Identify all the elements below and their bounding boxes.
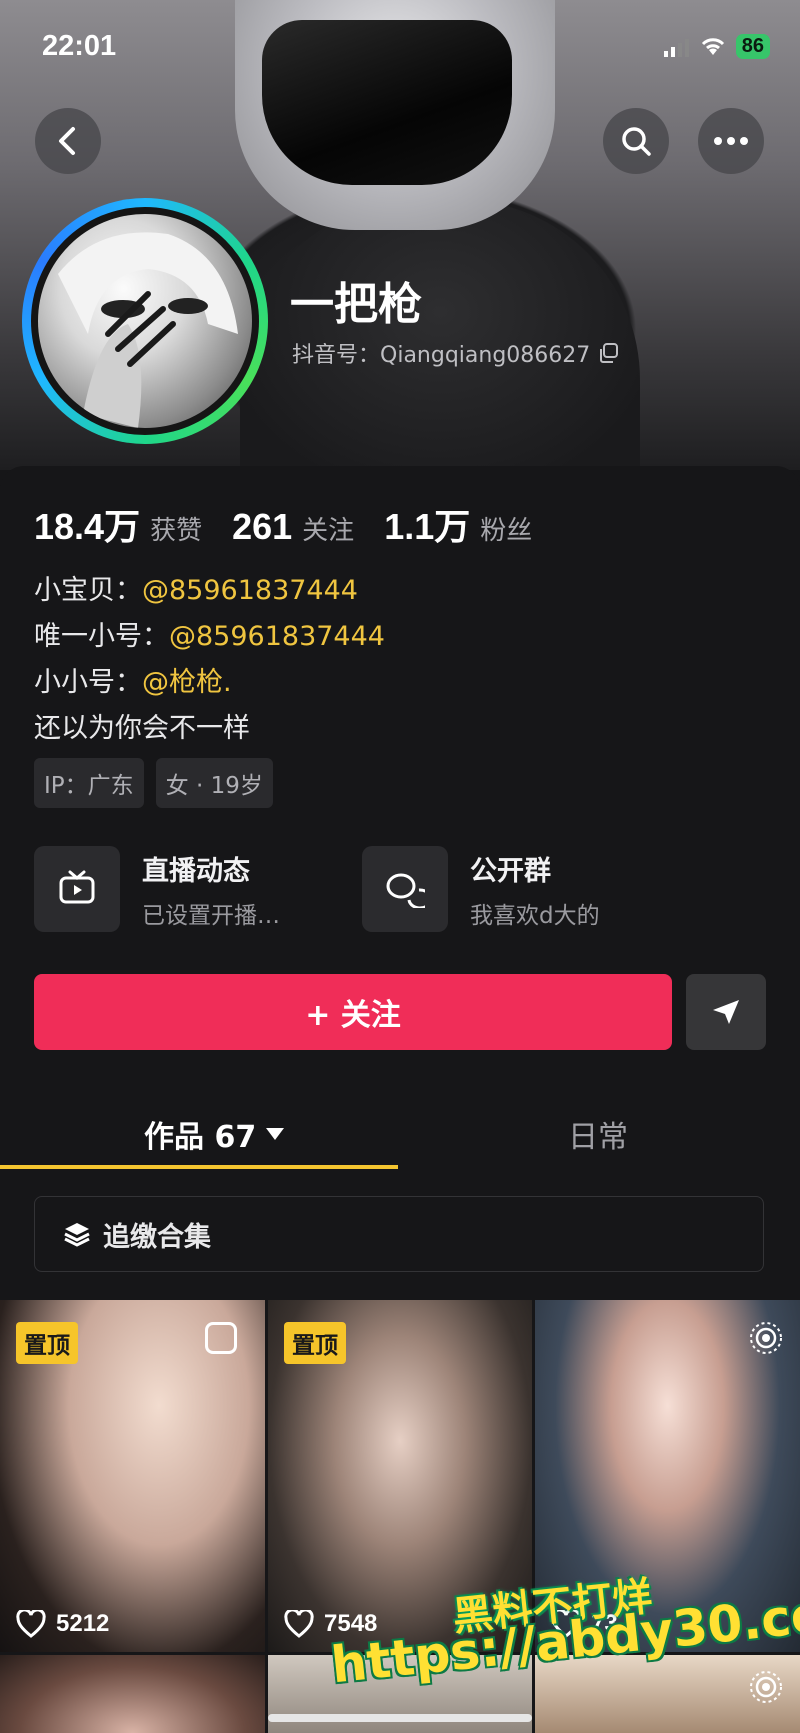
douyin-id: 抖音号：Qiangqiang086627 xyxy=(292,337,620,369)
search-icon xyxy=(622,127,651,156)
tab-label: 作品 67 xyxy=(144,1120,257,1155)
active-tab-indicator xyxy=(0,1165,398,1169)
collection-button[interactable]: 追缴合集 xyxy=(34,1196,764,1272)
stat-likes[interactable]: 18.4万 获赞 xyxy=(34,498,202,550)
pinned-badge: 置顶 xyxy=(284,1322,346,1364)
multi-image-icon xyxy=(205,1322,237,1354)
bio-line: 还以为你会不一样 xyxy=(34,713,250,744)
ip-tag: IP：广东 xyxy=(34,758,144,808)
group-feature[interactable]: 公开群 我喜欢d大的 xyxy=(362,846,600,932)
stat-followers[interactable]: 1.1万 粉丝 xyxy=(384,498,532,550)
tv-icon xyxy=(59,870,95,904)
live-photo-icon xyxy=(750,1671,782,1703)
douyin-id-label: 抖音号： xyxy=(292,343,381,368)
feature-subtitle: 已设置开播… xyxy=(142,902,280,929)
back-button[interactable] xyxy=(35,108,101,174)
message-button[interactable] xyxy=(686,974,766,1050)
signal-icon xyxy=(663,38,689,57)
stat-label: 粉丝 xyxy=(480,516,533,546)
avatar-illustration xyxy=(58,232,238,428)
video-thumbnail[interactable]: 置顶 5212 xyxy=(0,1300,265,1652)
search-button[interactable] xyxy=(603,108,669,174)
layers-icon xyxy=(64,1223,90,1247)
profile-tags: IP：广东 女 · 19岁 xyxy=(34,758,273,808)
douyin-id-value: Qiangqiang086627 xyxy=(380,343,591,368)
more-dots-icon xyxy=(714,137,748,145)
copy-icon[interactable] xyxy=(598,342,620,364)
heart-icon xyxy=(284,1610,314,1638)
bio-prefix: 小小号： xyxy=(34,667,142,698)
banner-visor xyxy=(262,20,512,185)
stat-label: 获赞 xyxy=(150,516,203,546)
chevron-left-icon xyxy=(59,127,75,155)
live-photo-icon xyxy=(750,1322,782,1354)
collection-label: 追缴合集 xyxy=(103,1221,211,1253)
home-indicator xyxy=(268,1714,532,1722)
pinned-badge: 置顶 xyxy=(16,1322,78,1364)
likes-count: 5212 xyxy=(56,1610,110,1637)
bio-mention[interactable]: @85961837444 xyxy=(169,621,385,652)
video-thumbnail[interactable] xyxy=(0,1655,265,1733)
wifi-icon xyxy=(701,37,724,55)
caret-down-icon xyxy=(266,1128,285,1140)
feature-title: 直播动态 xyxy=(142,855,250,887)
bio-prefix: 小宝贝： xyxy=(34,575,142,606)
tab-daily[interactable]: 日常 xyxy=(568,1112,628,1156)
more-button[interactable] xyxy=(698,108,764,174)
stat-value: 1.1万 xyxy=(384,506,471,547)
chat-bubbles-icon xyxy=(386,873,425,908)
bio-line: 小小号：@枪枪. xyxy=(34,660,385,706)
feature-title: 公开群 xyxy=(470,855,551,887)
feature-subtitle: 我喜欢d大的 xyxy=(470,902,600,929)
heart-icon xyxy=(16,1610,46,1638)
bio-line: 小宝贝：@85961837444 xyxy=(34,568,385,614)
live-feature[interactable]: 直播动态 已设置开播… xyxy=(34,846,280,932)
send-icon xyxy=(713,1000,739,1024)
video-likes: 5212 xyxy=(16,1610,109,1638)
stat-label: 关注 xyxy=(302,516,355,546)
stat-value: 18.4万 xyxy=(34,506,141,547)
live-feature-icon-box xyxy=(34,846,120,932)
follow-button[interactable]: + 关注 xyxy=(34,974,672,1050)
profile-bio: 小宝贝：@85961837444 唯一小号：@85961837444 小小号：@… xyxy=(34,568,385,752)
bio-prefix: 唯一小号： xyxy=(34,621,169,652)
profile-name: 一把枪 xyxy=(290,279,422,330)
bio-mention[interactable]: @枪枪. xyxy=(142,667,232,698)
stat-following[interactable]: 261 关注 xyxy=(232,506,354,548)
content-tabs: 作品 67 日常 xyxy=(0,1100,800,1172)
group-feature-icon-box xyxy=(362,846,448,932)
gender-age-tag: 女 · 19岁 xyxy=(155,758,273,808)
avatar[interactable] xyxy=(38,214,252,428)
status-indicators: 86 xyxy=(663,34,770,59)
bio-line: 唯一小号：@85961837444 xyxy=(34,614,385,660)
status-time: 22:01 xyxy=(42,30,117,62)
profile-stats: 18.4万 获赞 261 关注 1.1万 粉丝 xyxy=(34,498,532,550)
battery-badge: 86 xyxy=(735,34,770,59)
bio-mention[interactable]: @85961837444 xyxy=(142,575,358,606)
stat-value: 261 xyxy=(232,506,293,547)
tab-works[interactable]: 作品 67 xyxy=(144,1112,285,1156)
